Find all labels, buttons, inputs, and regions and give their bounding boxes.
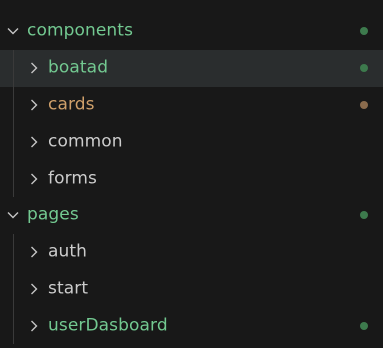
git-status-dot (360, 100, 368, 109)
git-status-dot (360, 64, 368, 73)
folder-label: userDasboard (48, 315, 168, 336)
indent-guide (13, 160, 14, 197)
folder-cards[interactable]: cards (0, 86, 383, 124)
folder-label: cards (48, 94, 95, 115)
indent-guide (13, 86, 14, 124)
indent-guide (13, 233, 14, 271)
folder-label: pages (27, 204, 79, 225)
folder-forms[interactable]: forms (0, 160, 383, 197)
folder-components[interactable]: components (0, 13, 383, 50)
folder-pages[interactable]: pages (0, 197, 383, 234)
chevron-right-icon[interactable] (27, 319, 41, 333)
folder-common[interactable]: common (0, 123, 383, 161)
chevron-right-icon[interactable] (27, 61, 41, 75)
indent-guide (13, 49, 14, 87)
folder-userdasboard[interactable]: userDasboard (0, 307, 383, 345)
chevron-down-icon[interactable] (6, 208, 20, 222)
folder-label: auth (48, 241, 88, 262)
git-status-dot (360, 321, 368, 330)
folder-label: common (48, 131, 123, 152)
chevron-right-icon[interactable] (27, 98, 41, 112)
indent-guide (13, 123, 14, 161)
chevron-right-icon[interactable] (27, 135, 41, 149)
indent-guide (13, 307, 14, 345)
folder-label: forms (48, 168, 97, 189)
file-explorer-tree: components boatad cards common forms pag… (0, 0, 383, 348)
folder-label: components (27, 20, 134, 41)
folder-label: boatad (48, 57, 109, 78)
indent-guide (13, 270, 14, 308)
folder-auth[interactable]: auth (0, 233, 383, 271)
chevron-right-icon[interactable] (27, 245, 41, 259)
chevron-down-icon[interactable] (6, 24, 20, 38)
chevron-right-icon[interactable] (27, 172, 41, 186)
folder-start[interactable]: start (0, 270, 383, 308)
git-status-dot (360, 211, 368, 220)
folder-boatad[interactable]: boatad (0, 49, 383, 87)
chevron-right-icon[interactable] (27, 282, 41, 296)
git-status-dot (360, 27, 368, 36)
folder-label: start (48, 278, 89, 299)
